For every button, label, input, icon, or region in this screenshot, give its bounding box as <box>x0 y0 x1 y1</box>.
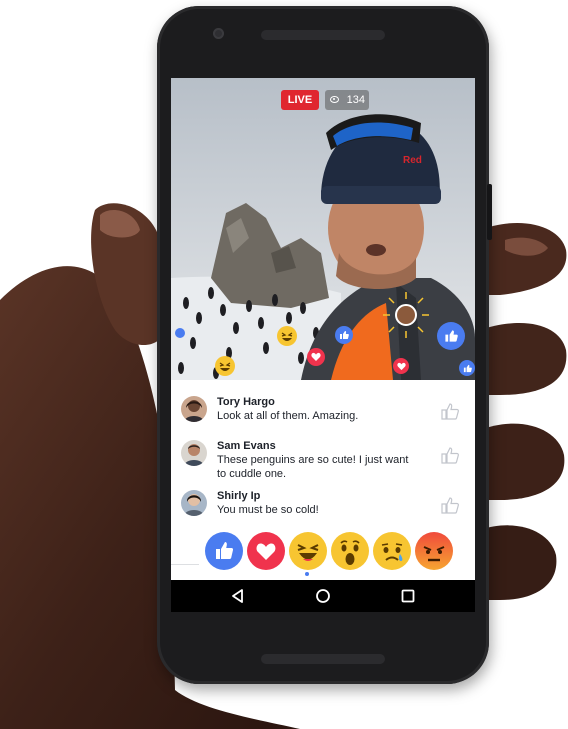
selected-indicator <box>305 572 309 576</box>
floating-like-icon-small <box>459 360 475 376</box>
angry-reaction-button[interactable] <box>415 532 453 570</box>
live-badge: LIVE <box>281 90 319 110</box>
phone-screen: Red LIVE 134 Tory Hargo Look at all of t… <box>171 78 475 612</box>
commenter-name[interactable]: Tory Hargo <box>217 396 275 408</box>
front-camera <box>213 28 224 39</box>
haha-reaction-button[interactable] <box>289 532 327 570</box>
eye-icon <box>330 96 339 103</box>
home-icon[interactable] <box>314 587 332 605</box>
top-speaker <box>261 30 385 40</box>
comment-text: You must be so cold! <box>217 504 319 516</box>
love-reaction-button[interactable] <box>247 532 285 570</box>
power-button[interactable] <box>487 184 492 240</box>
commenter-name[interactable]: Shirly Ip <box>217 490 260 502</box>
floating-like-icon-tiny <box>175 328 185 338</box>
floating-love-icon-2 <box>393 358 409 374</box>
wow-reaction-button[interactable] <box>331 532 369 570</box>
comment-input-line <box>171 564 199 565</box>
android-nav-bar <box>171 580 475 612</box>
comment-item[interactable]: Sam Evans These penguins are so cute! I … <box>181 440 465 484</box>
avatar[interactable] <box>181 440 207 466</box>
haha-icon <box>297 544 319 561</box>
sad-icon <box>381 543 403 561</box>
love-icon <box>256 543 276 560</box>
comment-like-icon[interactable] <box>439 494 461 516</box>
comment-like-icon[interactable] <box>439 444 461 466</box>
avatar[interactable] <box>181 396 207 422</box>
angry-icon <box>423 546 445 562</box>
back-icon[interactable] <box>229 587 247 605</box>
wow-icon <box>340 540 360 565</box>
recents-icon[interactable] <box>399 587 417 605</box>
comment-text: These penguins are so cute! I just want … <box>217 454 409 480</box>
commenter-name[interactable]: Sam Evans <box>217 440 276 452</box>
comment-text: Look at all of them. Amazing. <box>217 410 359 422</box>
floating-haha-icon <box>277 326 297 346</box>
live-video[interactable]: Red LIVE 134 <box>171 78 475 380</box>
viewer-count-value: 134 <box>346 94 365 106</box>
floating-like-icon-large <box>437 322 465 350</box>
like-icon <box>216 542 234 559</box>
floating-love-icon <box>307 348 325 366</box>
bottom-speaker <box>261 654 385 664</box>
floating-haha-icon-2 <box>215 356 235 376</box>
avatar[interactable] <box>181 490 207 516</box>
floating-like-icon <box>335 326 353 344</box>
comment-item[interactable]: Tory Hargo Look at all of them. Amazing. <box>181 396 465 440</box>
reaction-burst-icon <box>383 292 429 338</box>
svg-text:Red: Red <box>403 155 422 166</box>
like-reaction-button[interactable] <box>205 532 243 570</box>
comment-like-icon[interactable] <box>439 400 461 422</box>
reaction-bar[interactable] <box>171 528 475 580</box>
viewer-count: 134 <box>325 90 369 110</box>
sad-reaction-button[interactable] <box>373 532 411 570</box>
phone-device: Red LIVE 134 Tory Hargo Look at all of t… <box>157 6 492 684</box>
